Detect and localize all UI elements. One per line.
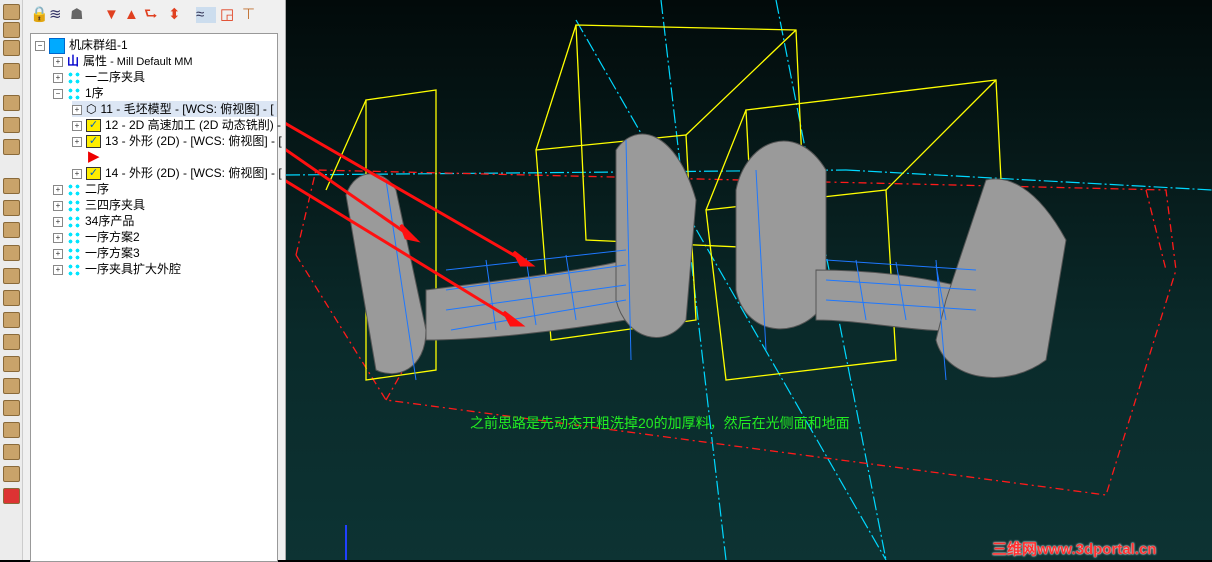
- ghost-icon[interactable]: ☗: [70, 7, 83, 23]
- select-toolpath-icon[interactable]: ≈: [196, 7, 216, 23]
- stock-icon[interactable]: [3, 488, 20, 504]
- toolpath-icon[interactable]: [3, 222, 20, 238]
- operation-item-12[interactable]: + ✓ 12 - 2D 高速加工 (2D 动态铣削) -: [72, 117, 281, 133]
- toolpath-icon[interactable]: [3, 312, 20, 328]
- toolpath-group-icon: [67, 198, 81, 213]
- machine-group-icon: [49, 37, 65, 54]
- move-to-icon[interactable]: ⮑: [144, 7, 158, 23]
- toolpath-icon[interactable]: [3, 378, 20, 394]
- tree-item-group[interactable]: + 一序方案2: [53, 229, 140, 245]
- insert-arrow-icon[interactable]: ▶: [88, 149, 100, 165]
- watermark: 三维网www.3dportal.cn: [992, 541, 1157, 558]
- tree-item-label: 二序: [85, 182, 110, 196]
- properties-icon: 山: [67, 54, 80, 68]
- properties-label: 属性: [83, 54, 108, 68]
- tree-item-label: 一二序夹具: [85, 70, 146, 84]
- tree-item-label: 一序方案2: [85, 230, 140, 244]
- stock-model-icon: ⬡: [86, 102, 97, 116]
- expand-collapse-icon[interactable]: ⬍: [168, 7, 181, 23]
- toolpath-group-icon: [67, 182, 81, 197]
- tree-item-group[interactable]: + 二序: [53, 181, 109, 197]
- tree-item-label: 三四序夹具: [85, 198, 146, 212]
- operation-label: 11 - 毛坯模型 - [WCS: 俯视图] - [: [100, 102, 274, 116]
- toolpath-icon[interactable]: [3, 356, 20, 372]
- toolpath-icon[interactable]: [3, 178, 20, 194]
- toolpath-icon[interactable]: [3, 117, 20, 133]
- tree-item-group[interactable]: + 三四序夹具: [53, 197, 145, 213]
- operation-item-14[interactable]: + ✓ 14 - 外形 (2D) - [WCS: 俯视图] - [: [72, 165, 282, 181]
- operation-label: 13 - 外形 (2D) - [WCS: 俯视图] - [: [105, 134, 282, 148]
- toolpath-icon[interactable]: [3, 400, 20, 416]
- toolpath-icon[interactable]: [3, 290, 20, 306]
- toolpath-icon[interactable]: [3, 200, 20, 216]
- waves-icon[interactable]: ≋: [49, 7, 62, 23]
- annotation-text: 之前思路是先动态开粗洗掉20的加厚料，然后在光侧面和地面: [470, 415, 850, 431]
- operations-tree: − 机床群组-1 + 山属性 - Mill Default MM + 一二序夹具 −1…: [30, 33, 282, 562]
- toolpath-group-icon: [67, 86, 81, 101]
- part-models: [345, 133, 1067, 378]
- toolpath-icon[interactable]: [3, 40, 20, 56]
- tool-icon[interactable]: ⊤: [242, 7, 255, 23]
- tree-item-properties[interactable]: + 山属性 - Mill Default MM: [53, 53, 193, 69]
- tree-item-group[interactable]: −1序: [53, 85, 104, 101]
- checked-operation-icon: ✓: [86, 167, 101, 181]
- tree-item-label: 34序产品: [85, 214, 135, 228]
- toolpath-group-icon: [67, 262, 81, 277]
- tree-item-group[interactable]: + 一序夹具扩大外腔: [53, 261, 181, 277]
- operation-label: 14 - 外形 (2D) - [WCS: 俯视图] - [: [105, 166, 282, 180]
- operation-item-13[interactable]: + ✓ 13 - 外形 (2D) - [WCS: 俯视图] - [: [72, 133, 282, 149]
- circle-square-icon[interactable]: ◲: [220, 7, 234, 23]
- toolpath-group-icon: [67, 214, 81, 229]
- operation-item-11[interactable]: + ⬡ 11 - 毛坯模型 - [WCS: 俯视图] - [: [72, 101, 277, 117]
- horizontal-toolbar: 🔒 ≋ ☗ ▼ ▲ ⮑ ⬍ ≈ ◲ ⊤: [24, 2, 282, 28]
- properties-detail: - Mill Default MM: [107, 56, 193, 68]
- toolpath-icon[interactable]: [3, 466, 20, 482]
- lock-icon[interactable]: 🔒: [30, 7, 49, 23]
- tree-item-group[interactable]: + 一序方案3: [53, 245, 140, 261]
- tree-root-label: 机床群组-1: [69, 38, 128, 52]
- graphics-viewport[interactable]: 之前思路是先动态开粗洗掉20的加厚料，然后在光侧面和地面 三维网www.3dpo…: [286, 0, 1212, 560]
- tree-item-group[interactable]: +34序产品: [53, 213, 134, 229]
- checked-operation-icon: ✓: [86, 119, 101, 133]
- toolpath-icon[interactable]: [3, 139, 20, 155]
- tree-item-label: 一序方案3: [85, 246, 140, 260]
- toolpath-icon[interactable]: [3, 4, 20, 20]
- scene-graphics: [286, 0, 1212, 560]
- tree-item-label: 一序夹具扩大外腔: [85, 262, 182, 276]
- toolpath-icon[interactable]: [3, 63, 20, 79]
- operations-manager-panel: 🔒 ≋ ☗ ▼ ▲ ⮑ ⬍ ≈ ◲ ⊤ − 机床群组-1 + 山属性 - Mill …: [0, 0, 286, 562]
- toolpath-group-icon: [67, 70, 81, 85]
- toolpath-icon[interactable]: [3, 95, 20, 111]
- tree-root[interactable]: − 机床群组-1: [35, 37, 128, 54]
- tree-item-group[interactable]: + 一二序夹具: [53, 69, 145, 85]
- toolpath-icon[interactable]: [3, 22, 20, 38]
- toolpath-icon[interactable]: [3, 245, 20, 261]
- move-up-icon[interactable]: ▲: [124, 7, 139, 23]
- toolpath-icon[interactable]: [3, 268, 20, 284]
- toolpath-group-icon: [67, 246, 81, 261]
- vertical-toolbar: [0, 0, 23, 560]
- move-down-icon[interactable]: ▼: [104, 7, 119, 23]
- tree-item-label: 1序: [85, 86, 104, 100]
- toolpath-group-icon: [67, 230, 81, 245]
- checked-operation-icon: ✓: [86, 135, 101, 149]
- toolpath-icon[interactable]: [3, 334, 20, 350]
- toolpath-icon[interactable]: [3, 444, 20, 460]
- toolpath-icon[interactable]: [3, 422, 20, 438]
- operation-label: 12 - 2D 高速加工 (2D 动态铣削) -: [105, 118, 282, 132]
